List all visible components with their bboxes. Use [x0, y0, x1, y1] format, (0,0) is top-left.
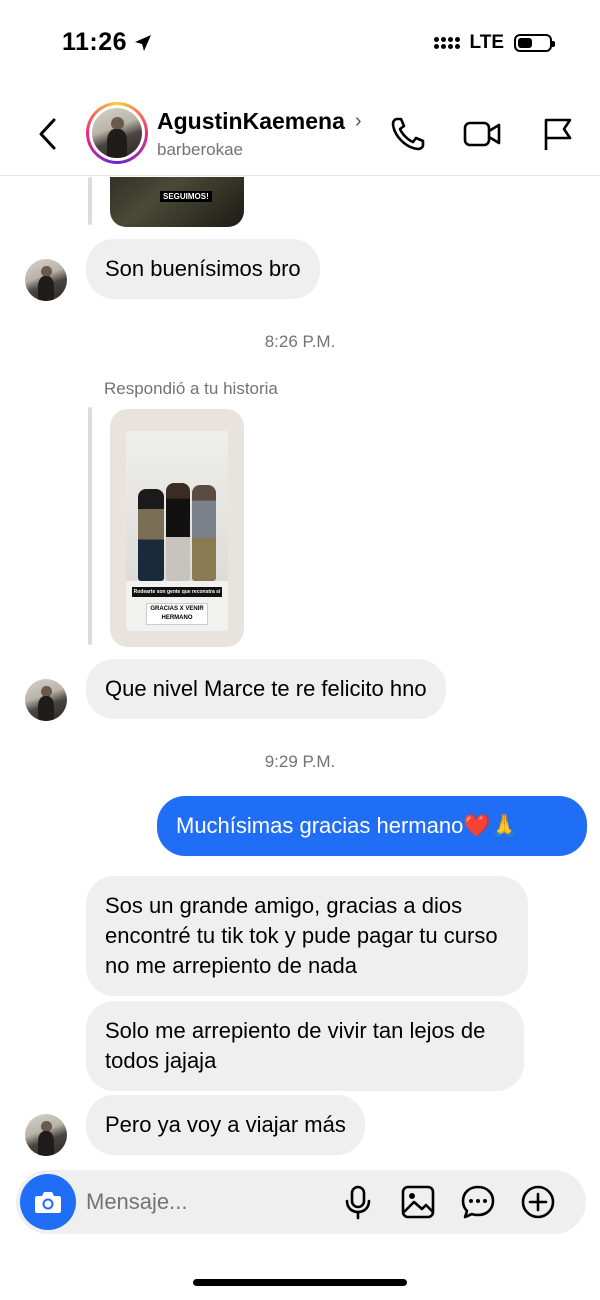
location-arrow-icon [135, 34, 152, 51]
story-reply-thumbnail[interactable]: Rodearte son gente que reconstra sí !!!!… [110, 409, 244, 647]
camera-icon [35, 1192, 61, 1213]
story-tag: SEGUIMOS! [160, 191, 212, 202]
camera-button[interactable] [20, 1174, 76, 1230]
message-input[interactable] [86, 1170, 326, 1234]
status-bar: 11:26 LTE [0, 0, 600, 90]
home-indicator[interactable] [193, 1279, 407, 1286]
message-bubble-incoming[interactable]: Solo me arrepiento de vivir tan lejos de… [86, 1001, 524, 1091]
timestamp: 8:26 P.M. [264, 332, 336, 351]
contact-name-text: AgustinKaemena [157, 108, 345, 134]
avatar[interactable] [25, 1114, 67, 1156]
chevron-right-icon: › [354, 110, 362, 132]
message-bubble-incoming[interactable]: Pero ya voy a viajar más [86, 1095, 365, 1155]
video-call-icon[interactable] [462, 114, 502, 154]
chat-header: AgustinKaemena › barberokae [0, 96, 600, 176]
message-bubble-outgoing[interactable]: Muchísimas gracias hermano❤️🙏 [157, 796, 587, 856]
microphone-icon[interactable] [340, 1184, 376, 1220]
message-bubble-incoming[interactable]: Que nivel Marce te re felicito hno [86, 659, 446, 719]
avatar[interactable] [25, 259, 67, 301]
status-time-text: 11:26 [62, 28, 128, 56]
contact-handle: barberokae [157, 140, 244, 159]
flag-icon[interactable] [538, 114, 578, 154]
timestamp: 9:29 P.M. [264, 752, 336, 771]
network-label: LTE [469, 32, 504, 53]
story-thumbnail-previous[interactable]: SEGUIMOS! [110, 177, 244, 227]
sticker-icon[interactable] [460, 1184, 496, 1220]
gallery-icon[interactable] [400, 1184, 436, 1220]
battery-icon [514, 34, 555, 52]
status-time: 11:26 [62, 28, 153, 57]
message-bubble-incoming[interactable]: Son buenísimos bro [86, 239, 320, 299]
message-bubble-incoming[interactable]: Sos un grande amigo, gracias a dios enco… [86, 876, 528, 996]
contact-avatar[interactable] [86, 102, 148, 164]
message-list[interactable]: SEGUIMOS! Son buenísimos bro 8:26 P.M. R… [0, 177, 600, 1162]
reply-bar [88, 407, 92, 645]
battery-level [518, 38, 532, 48]
reply-note: Respondió a tu historia [104, 379, 278, 398]
avatar[interactable] [25, 679, 67, 721]
message-composer [16, 1170, 586, 1234]
plus-icon[interactable] [520, 1184, 556, 1220]
story-image: Rodearte son gente que reconstra sí !!!!… [126, 431, 228, 631]
signal-icon [433, 37, 460, 49]
phone-icon[interactable] [388, 114, 428, 154]
back-icon[interactable] [32, 114, 62, 154]
status-indicators: LTE [433, 32, 555, 54]
story-caption: Rodearte son gente que reconstra sí !!!!… [132, 587, 222, 605]
contact-name[interactable]: AgustinKaemena › [157, 108, 362, 135]
reply-bar [88, 177, 92, 225]
story-thanks: GRACIAS X VENIR HERMANO [146, 603, 208, 625]
